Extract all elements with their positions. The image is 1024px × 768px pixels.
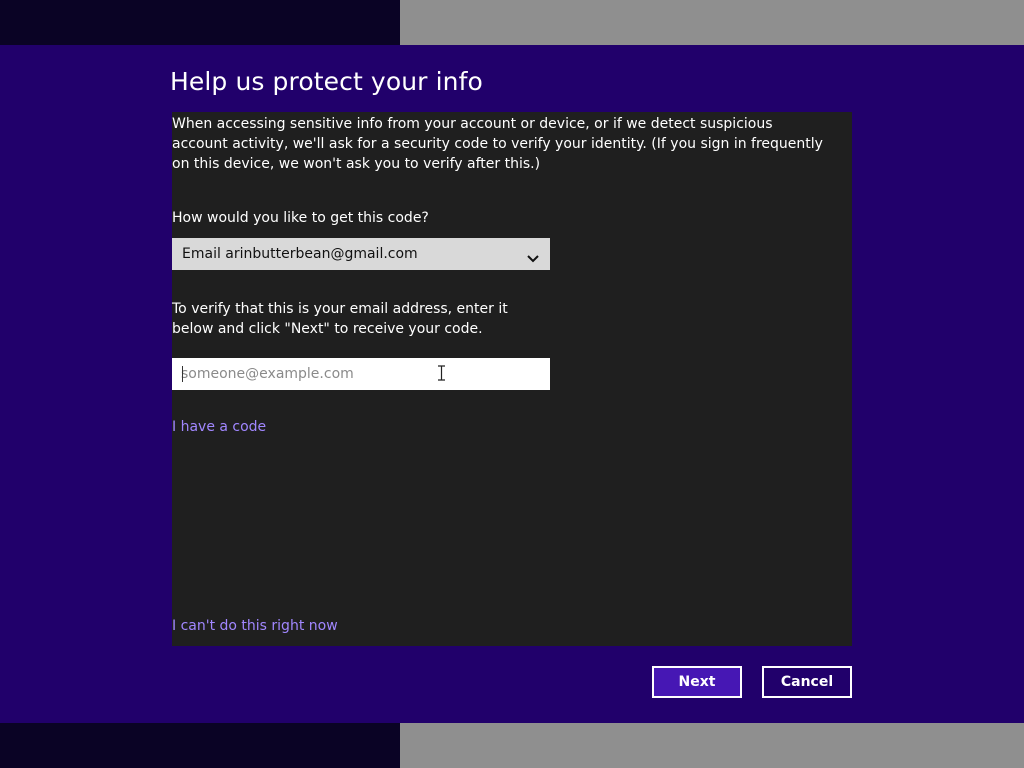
ibeam-cursor-icon (437, 365, 446, 381)
next-button[interactable]: Next (652, 666, 742, 698)
email-field[interactable] (172, 358, 550, 390)
code-method-dropdown[interactable]: Email arinbutterbean@gmail.com (172, 238, 550, 270)
chevron-down-icon (526, 249, 540, 263)
cant-do-now-link[interactable]: I can't do this right now (172, 618, 338, 634)
background-strip-bottom (0, 723, 400, 768)
have-code-link[interactable]: I have a code (172, 419, 266, 435)
code-method-label: How would you like to get this code? (172, 210, 429, 226)
screen: Help us protect your info When accessing… (0, 0, 1024, 768)
text-caret (182, 366, 183, 382)
cancel-button[interactable]: Cancel (762, 666, 852, 698)
dialog-title: Help us protect your info (170, 67, 483, 96)
content-panel: When accessing sensitive info from your … (172, 112, 852, 646)
description-text: When accessing sensitive info from your … (172, 116, 823, 172)
code-method-selected-value: Email arinbutterbean@gmail.com (182, 246, 418, 262)
verify-instructions: To verify that this is your email addres… (172, 301, 508, 337)
background-strip-top (0, 0, 400, 45)
verification-dialog: Help us protect your info When accessing… (0, 45, 1024, 723)
